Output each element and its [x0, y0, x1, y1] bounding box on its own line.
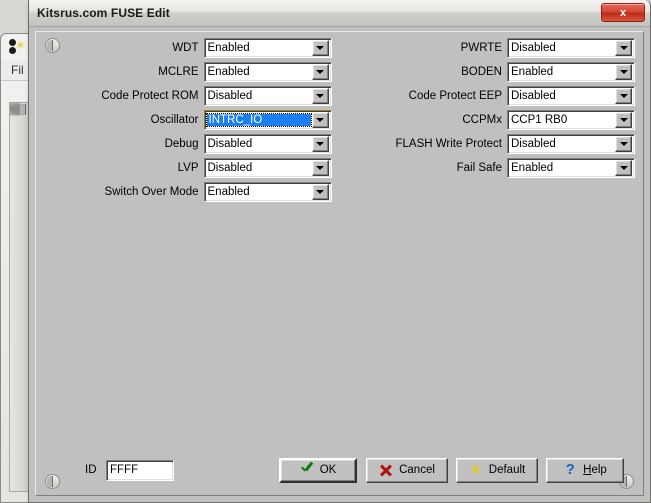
setting-value: Enabled	[205, 42, 312, 54]
close-icon[interactable]: x	[601, 3, 645, 22]
id-input[interactable]: FFFF	[106, 460, 174, 481]
ok-button[interactable]: OK	[279, 458, 357, 483]
chevron-down-icon[interactable]	[615, 40, 632, 56]
chevron-down-icon[interactable]	[615, 88, 632, 104]
setting-value: CCP1 RB0	[508, 114, 615, 126]
bug-icon: ✳	[7, 38, 25, 56]
setting-value: Disabled	[508, 42, 615, 54]
setting-row: WDTEnabled	[36, 36, 340, 59]
sun-icon: ☀	[469, 463, 483, 477]
setting-combobox[interactable]: Enabled	[507, 158, 635, 178]
setting-label: Switch Over Mode	[105, 186, 204, 198]
setting-row: BODENEnabled	[340, 60, 644, 83]
setting-value: Enabled	[205, 186, 312, 198]
setting-combobox[interactable]: Disabled	[507, 38, 635, 58]
setting-label: CCPMx	[462, 114, 507, 126]
setting-value: Enabled	[508, 66, 615, 78]
setting-label: BODEN	[461, 66, 507, 78]
cancel-button[interactable]: Cancel	[366, 458, 448, 483]
setting-combobox[interactable]: Disabled	[507, 86, 635, 106]
help-button-label: Help	[583, 464, 607, 476]
setting-value: Enabled	[205, 66, 312, 78]
setting-value: Disabled	[508, 138, 615, 150]
chevron-down-icon[interactable]	[615, 136, 632, 152]
dialog-footer: ID FFFF OK Cancel ☀ Default ? Help	[36, 455, 643, 485]
setting-combobox[interactable]: Disabled	[507, 134, 635, 154]
left-settings-column: WDTEnabledMCLREEnabledCode Protect ROMDi…	[36, 36, 340, 204]
setting-row: FLASH Write ProtectDisabled	[340, 132, 644, 155]
setting-combobox[interactable]: INTRC_IO	[204, 110, 332, 130]
chevron-down-icon[interactable]	[615, 112, 632, 128]
grip-handle-icon[interactable]	[18, 102, 20, 116]
setting-label: Code Protect ROM	[101, 90, 203, 102]
setting-row: LVPDisabled	[36, 156, 340, 179]
default-button[interactable]: ☀ Default	[456, 458, 538, 483]
setting-label: Fail Safe	[457, 162, 507, 174]
setting-combobox[interactable]: CCP1 RB0	[507, 110, 635, 130]
check-icon	[300, 463, 314, 477]
help-button[interactable]: ? Help	[546, 458, 624, 483]
setting-value: INTRC_IO	[207, 114, 311, 126]
menu-item-file[interactable]: Fil	[11, 63, 24, 77]
setting-row: Code Protect EEPDisabled	[340, 84, 644, 107]
ok-button-label: OK	[320, 464, 337, 476]
x-icon	[379, 463, 393, 477]
setting-row: MCLREEnabled	[36, 60, 340, 83]
setting-combobox[interactable]: Enabled	[204, 182, 332, 202]
cancel-button-label: Cancel	[399, 464, 435, 476]
setting-value: Enabled	[508, 162, 615, 174]
dialog-titlebar[interactable]: Kitsrus.com FUSE Edit x	[29, 0, 650, 27]
setting-label: Code Protect EEP	[409, 90, 507, 102]
right-settings-column: PWRTEDisabledBODENEnabledCode Protect EE…	[340, 36, 644, 204]
setting-value: Disabled	[508, 90, 615, 102]
setting-label: WDT	[172, 42, 203, 54]
setting-label: Debug	[165, 138, 204, 150]
setting-value: Disabled	[205, 162, 312, 174]
setting-label: MCLRE	[158, 66, 203, 78]
default-button-label: Default	[489, 464, 525, 476]
setting-row: Fail SafeEnabled	[340, 156, 644, 179]
chevron-down-icon[interactable]	[312, 160, 329, 176]
question-mark-icon: ?	[563, 463, 577, 477]
setting-label: PWRTE	[461, 42, 507, 54]
dialog-title: Kitsrus.com FUSE Edit	[29, 6, 170, 20]
setting-row: Code Protect ROMDisabled	[36, 84, 340, 107]
setting-row: CCPMxCCP1 RB0	[340, 108, 644, 131]
chevron-down-icon[interactable]	[312, 88, 329, 104]
chevron-down-icon[interactable]	[615, 160, 632, 176]
setting-row: Switch Over ModeEnabled	[36, 180, 340, 203]
fuse-settings-form: WDTEnabledMCLREEnabledCode Protect ROMDi…	[36, 36, 643, 204]
chevron-down-icon[interactable]	[312, 136, 329, 152]
setting-label: Oscillator	[151, 114, 204, 126]
setting-combobox[interactable]: Disabled	[204, 134, 332, 154]
setting-combobox[interactable]: Disabled	[204, 86, 332, 106]
setting-value: Disabled	[205, 90, 312, 102]
chevron-down-icon[interactable]	[312, 40, 329, 56]
setting-combobox[interactable]: Enabled	[507, 62, 635, 82]
dialog-client-area: WDTEnabledMCLREEnabledCode Protect ROMDi…	[35, 31, 644, 496]
fuse-edit-dialog: Kitsrus.com FUSE Edit x WDTEnabledMCLREE…	[28, 0, 651, 503]
chevron-down-icon[interactable]	[312, 112, 329, 128]
setting-combobox[interactable]: Disabled	[204, 158, 332, 178]
chevron-down-icon[interactable]	[615, 64, 632, 80]
setting-label: LVP	[178, 162, 204, 174]
id-label: ID	[85, 464, 97, 476]
setting-row: DebugDisabled	[36, 132, 340, 155]
chevron-down-icon[interactable]	[312, 64, 329, 80]
setting-row: PWRTEDisabled	[340, 36, 644, 59]
chevron-down-icon[interactable]	[312, 184, 329, 200]
setting-value: Disabled	[205, 138, 312, 150]
setting-label: FLASH Write Protect	[395, 138, 507, 150]
setting-combobox[interactable]: Enabled	[204, 62, 332, 82]
setting-row: OscillatorINTRC_IO	[36, 108, 340, 131]
setting-combobox[interactable]: Enabled	[204, 38, 332, 58]
